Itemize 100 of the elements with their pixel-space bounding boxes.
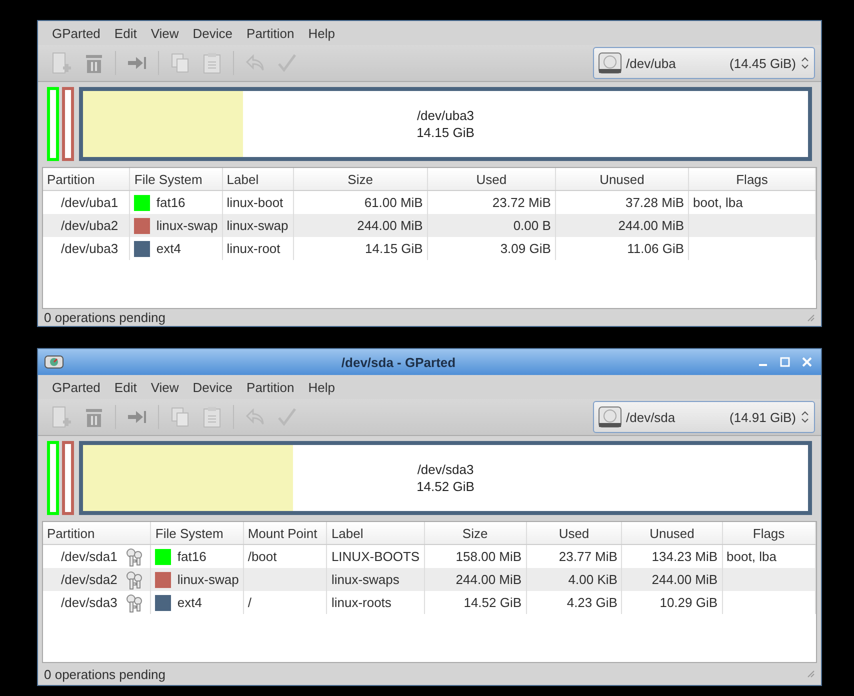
copy-icon[interactable] xyxy=(171,53,189,73)
column-header[interactable]: Flags xyxy=(722,522,816,544)
undo-icon[interactable] xyxy=(245,408,265,426)
column-header[interactable]: Label xyxy=(222,168,294,190)
table-cell: 244.00 MiB xyxy=(652,572,718,587)
window-title: /dev/sda - GParted xyxy=(340,354,457,370)
menu-item[interactable]: Device xyxy=(186,380,240,394)
table-cell: /dev/sda2 xyxy=(61,572,118,587)
menu-item[interactable]: Device xyxy=(186,26,240,40)
resize-grip[interactable] xyxy=(807,314,815,322)
table-cell: ext4 xyxy=(156,241,181,256)
menu-item[interactable]: GParted xyxy=(45,26,108,40)
table-cell: linux-boot xyxy=(226,195,284,210)
table-cell: 244.00 MiB xyxy=(456,572,522,587)
table-cell: linux-roots xyxy=(331,595,392,610)
menu-item[interactable]: Help xyxy=(301,26,342,40)
checkmark-icon[interactable] xyxy=(277,53,297,73)
table-cell: /boot xyxy=(248,549,277,564)
table-cell: 61.00 MiB xyxy=(364,195,423,210)
device-selector[interactable]: /dev/uba (14.45 GiB) xyxy=(593,47,815,79)
spinner-arrows-icon xyxy=(800,410,810,424)
partition-name: /dev/sda3 xyxy=(417,461,474,478)
menu-item[interactable]: View xyxy=(144,380,186,394)
table-cell: /dev/sda3 xyxy=(61,595,118,610)
table-cell: fat16 xyxy=(177,549,206,564)
table-cell: /dev/uba2 xyxy=(61,218,118,233)
menu-item[interactable]: View xyxy=(144,26,186,40)
trash-icon[interactable] xyxy=(84,52,104,74)
column-header[interactable]: Partition xyxy=(43,522,151,544)
checkmark-icon[interactable] xyxy=(277,407,297,427)
table-cell: 23.72 MiB xyxy=(492,195,551,210)
table-cell: 23.77 MiB xyxy=(558,549,618,564)
table-cell: 14.52 GiB xyxy=(464,595,522,610)
partition-segment[interactable]: /dev/sda3 14.52 GiB xyxy=(79,441,812,515)
new-icon[interactable] xyxy=(51,51,73,75)
table-cell: linux-swap xyxy=(177,572,239,587)
table-cell: 244.00 MiB xyxy=(618,218,684,233)
column-header[interactable]: Used xyxy=(526,522,622,544)
status-text: 0 operations pending xyxy=(44,666,166,682)
maximize-icon[interactable] xyxy=(780,357,790,367)
table-cell: 0.00 B xyxy=(513,218,551,233)
column-header[interactable]: Flags xyxy=(688,168,816,190)
partition-segment[interactable] xyxy=(62,441,74,515)
clipboard-icon[interactable] xyxy=(203,406,221,428)
table-cell: /dev/uba1 xyxy=(61,195,118,210)
table-cell: 134.23 MiB xyxy=(652,549,718,564)
partition-size: 14.52 GiB xyxy=(416,478,474,495)
partition-size: 14.15 GiB xyxy=(416,124,474,141)
column-header[interactable]: Partition xyxy=(43,168,130,190)
menu-item[interactable]: Edit xyxy=(107,26,144,40)
column-header[interactable]: Size xyxy=(424,522,526,544)
table-cell: ext4 xyxy=(177,595,202,610)
table-cell: linux-swap xyxy=(226,218,288,233)
table-cell: 10.29 GiB xyxy=(660,595,718,610)
column-header[interactable]: Used xyxy=(427,168,556,190)
close-icon[interactable] xyxy=(802,357,812,367)
copy-icon[interactable] xyxy=(171,407,189,427)
table-cell: LINUX-BOOTS xyxy=(331,549,420,564)
column-header[interactable]: Unused xyxy=(622,522,722,544)
undo-icon[interactable] xyxy=(245,54,265,72)
trash-icon[interactable] xyxy=(84,406,104,428)
menu-item[interactable]: Partition xyxy=(240,26,302,40)
app-icon xyxy=(44,354,64,370)
menu-item[interactable]: Edit xyxy=(107,380,144,394)
table-cell: boot, lba xyxy=(726,549,776,564)
table-cell: /dev/sda1 xyxy=(61,549,118,564)
table-cell: boot, lba xyxy=(693,195,743,210)
partition-name: /dev/uba3 xyxy=(416,107,474,124)
partition-segment[interactable] xyxy=(62,87,74,161)
table-cell: / xyxy=(248,595,252,610)
new-icon[interactable] xyxy=(51,405,73,429)
table-cell: linux-swaps xyxy=(331,572,400,587)
device-selector[interactable]: /dev/sda (14.91 GiB) xyxy=(593,401,815,433)
table-cell: 3.09 GiB xyxy=(500,241,551,256)
table-cell: 158.00 MiB xyxy=(456,549,522,564)
status-text: 0 operations pending xyxy=(44,310,166,325)
clipboard-icon[interactable] xyxy=(203,52,221,74)
column-header[interactable]: Mount Point xyxy=(243,522,327,544)
column-header[interactable]: Label xyxy=(326,522,424,544)
table-cell: /dev/uba3 xyxy=(61,241,118,256)
table-cell: linux-swap xyxy=(156,218,218,233)
arrow-to-bar-icon[interactable] xyxy=(127,409,147,425)
column-header[interactable]: Unused xyxy=(555,168,689,190)
resize-grip[interactable] xyxy=(807,670,815,678)
table-cell: 11.06 GiB xyxy=(627,241,684,256)
table-cell: 244.00 MiB xyxy=(357,218,423,233)
column-header[interactable]: Size xyxy=(293,168,428,190)
arrow-to-bar-icon[interactable] xyxy=(127,55,147,71)
table-cell: 37.28 MiB xyxy=(625,195,684,210)
column-header[interactable]: File System xyxy=(130,168,222,190)
table-cell: fat16 xyxy=(156,195,186,210)
table-cell: 4.00 KiB xyxy=(568,572,618,587)
table-cell: linux-root xyxy=(226,241,280,256)
menu-item[interactable]: GParted xyxy=(45,380,108,394)
column-header[interactable]: File System xyxy=(150,522,244,544)
table-cell: 14.15 GiB xyxy=(365,241,423,256)
partition-segment[interactable]: /dev/uba3 14.15 GiB xyxy=(79,87,812,161)
spinner-arrows-icon xyxy=(800,56,810,70)
menu-item[interactable]: Help xyxy=(301,380,342,394)
menu-item[interactable]: Partition xyxy=(240,380,302,394)
